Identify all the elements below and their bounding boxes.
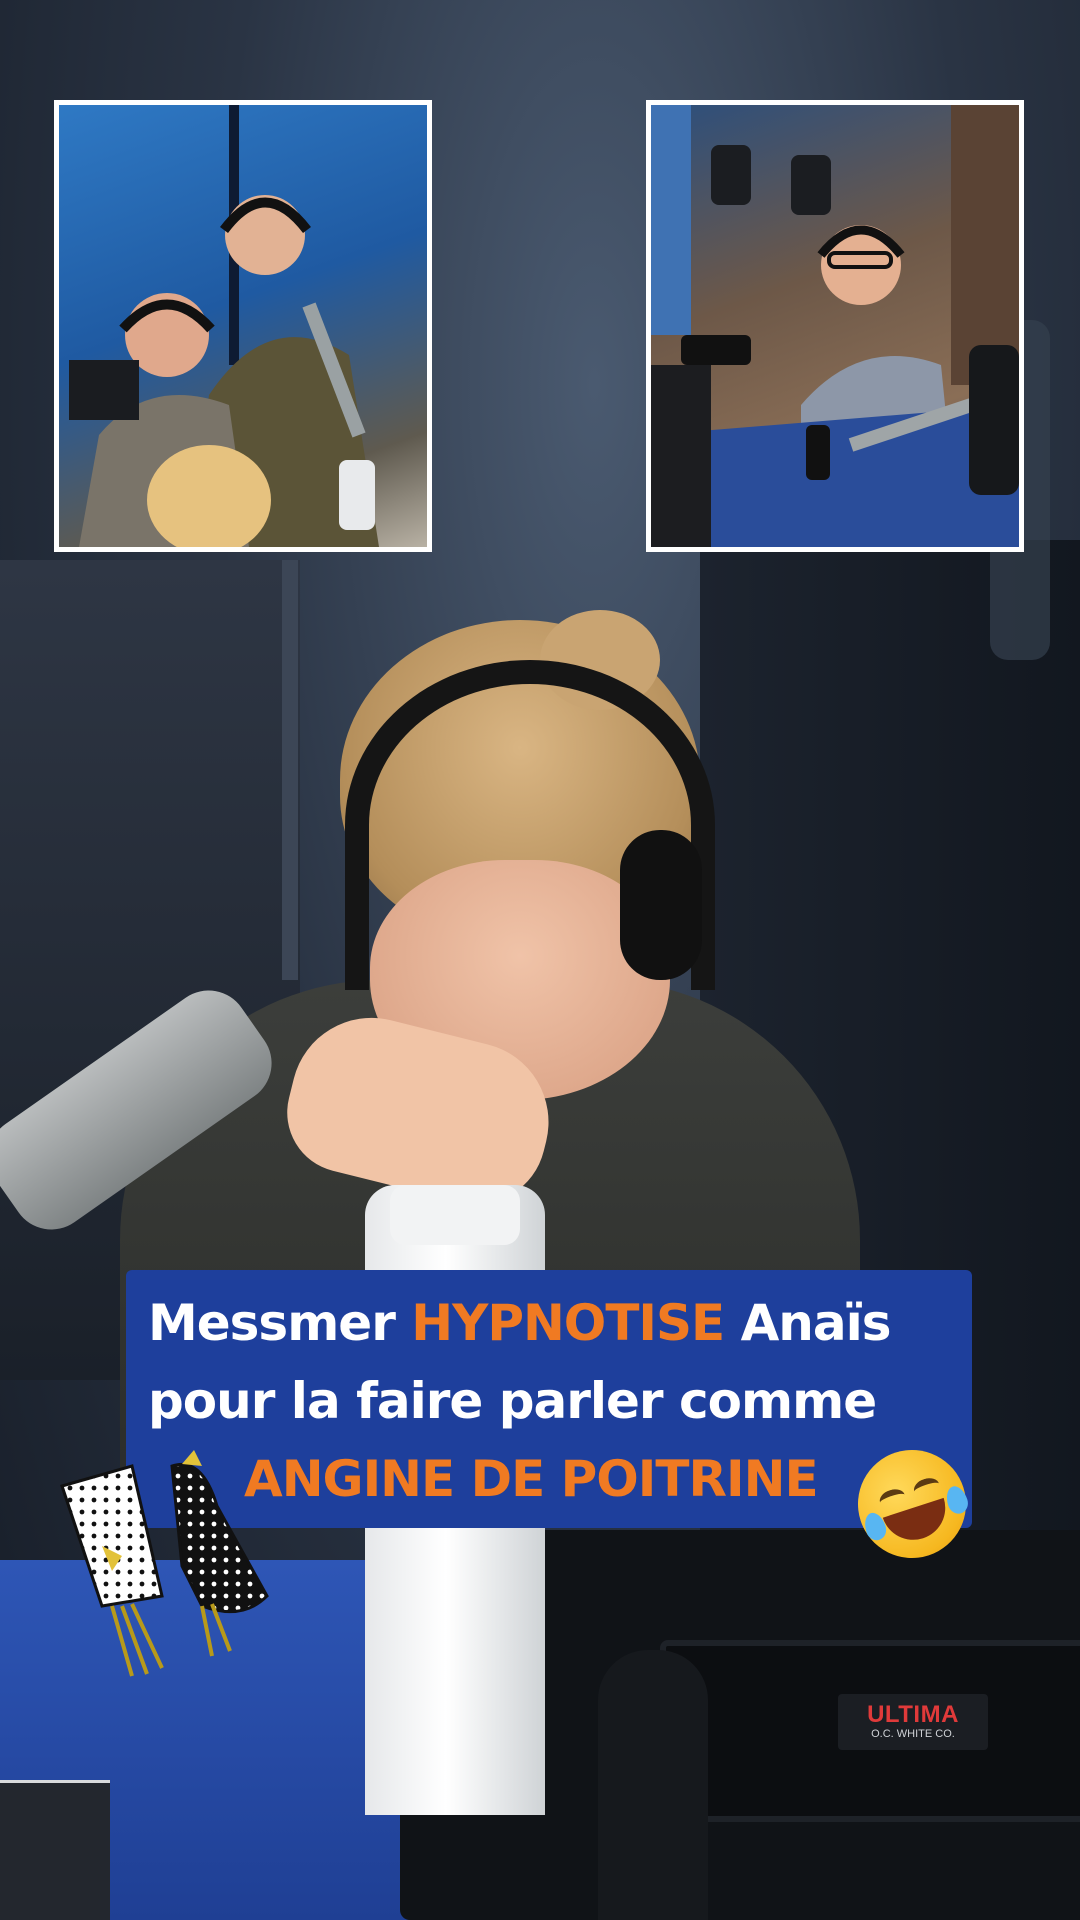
caption-line-1-end: Anaïs xyxy=(724,1294,892,1352)
tissue-box xyxy=(0,1780,110,1920)
thumbnail-left-scene xyxy=(69,105,379,547)
glass-divider xyxy=(282,560,298,980)
emoji-eye-right xyxy=(911,1475,942,1501)
monitor-brand: ULTIMA xyxy=(867,1701,959,1728)
thumbnail-right-scene xyxy=(651,105,1019,547)
monitor-brand-label: ULTIMA O.C. WHITE CO. xyxy=(838,1694,988,1750)
caption-line-1-start: Messmer xyxy=(148,1294,412,1352)
emoji-eye-left xyxy=(877,1486,908,1512)
microphone-stand xyxy=(598,1650,708,1920)
water-bottle-cap xyxy=(390,1185,520,1245)
caption-highlight-hypnotise: HYPNOTISE xyxy=(411,1294,725,1352)
caption-line-2: pour la faire parler comme xyxy=(148,1372,877,1430)
caption-line-1: Messmer HYPNOTISE Anaïs xyxy=(148,1284,952,1362)
thumbnail-left-hosts-laughing xyxy=(54,100,432,552)
headphones-earcup xyxy=(620,830,702,980)
monitor-brand-sub: O.C. WHITE CO. xyxy=(871,1728,955,1740)
thumbnail-right-host-smiling xyxy=(646,100,1024,552)
polka-dot-costume-sticker xyxy=(60,1450,269,1677)
